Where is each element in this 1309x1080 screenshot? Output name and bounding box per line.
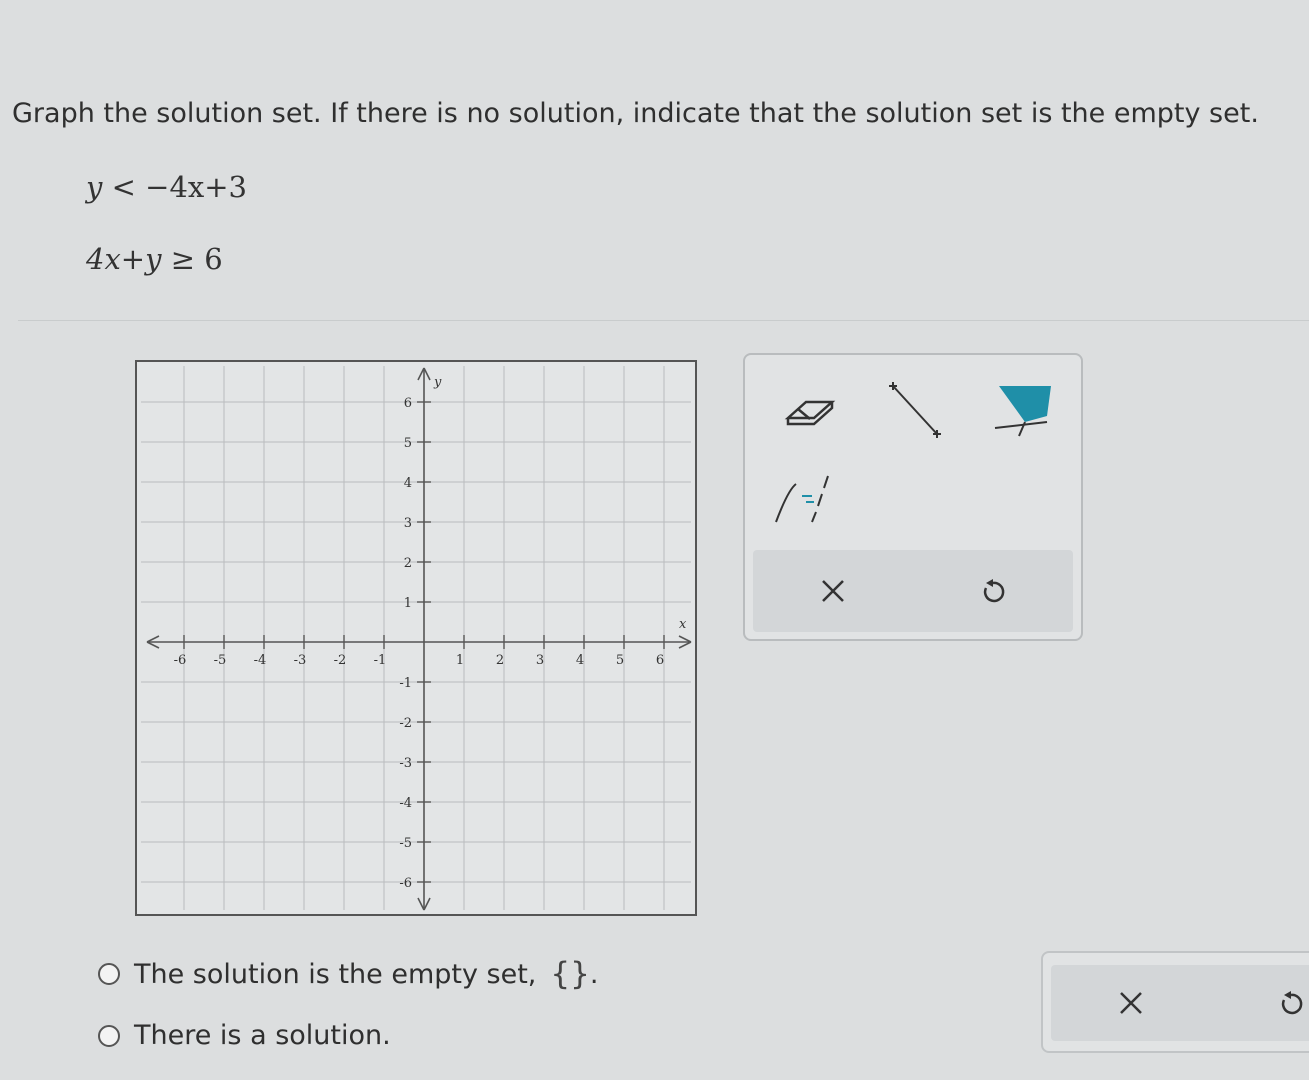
dashed-solid-toggle-tool[interactable] [770, 465, 840, 535]
inequality-2-lhs: 4x+y [86, 242, 162, 276]
x-tick-label: -5 [214, 653, 227, 668]
radio-empty-set[interactable] [98, 963, 120, 985]
answer-action-bar [1051, 965, 1309, 1041]
answer-clear-button[interactable] [1051, 965, 1211, 1041]
inequality-1-rhs: −4x+3 [145, 170, 247, 204]
shade-tool[interactable] [985, 373, 1055, 443]
x-tick-label: 4 [576, 653, 584, 668]
x-tick-label: 1 [456, 653, 464, 668]
y-tick-label: -2 [399, 716, 412, 731]
inequality-2-rhs: 6 [204, 242, 223, 276]
inequality-2: 4x+y ≥ 6 [86, 242, 223, 276]
y-tick-label: -3 [399, 756, 412, 771]
choice-empty-set-label: The solution is the empty set, [134, 958, 537, 990]
x-tick-label: 2 [496, 653, 504, 668]
inequality-2-op: ≥ [170, 242, 196, 276]
choice-empty-set-end: . [589, 958, 599, 990]
choice-there-is-solution-label: There is a solution. [134, 1020, 391, 1051]
shade-region-icon [994, 386, 1051, 437]
y-tick-label: 4 [404, 476, 412, 491]
y-tick-label: 3 [404, 516, 412, 531]
clear-icon [822, 580, 844, 602]
answer-action-panel [1041, 951, 1309, 1053]
answer-choices: The solution is the empty set, {}. There … [98, 956, 598, 1079]
coordinate-plane[interactable]: -6 -5 -4 -3 -2 -1 1 2 3 4 5 6 6 5 4 3 2 1 -1 -2 -3 -4 -5 -6 x y [137, 362, 695, 914]
undo-button[interactable] [913, 550, 1073, 632]
x-tick-label: -1 [374, 653, 387, 668]
y-tick-label: -4 [399, 796, 412, 811]
undo-icon [983, 579, 1005, 603]
x-tick-label: -3 [294, 653, 307, 668]
x-tick-label: 3 [536, 653, 544, 668]
line-tool[interactable] [880, 375, 950, 445]
clear-icon [1120, 992, 1142, 1014]
y-tick-label: 1 [404, 596, 412, 611]
tool-action-bar [753, 550, 1073, 632]
inequality-1: y < −4x+3 [86, 170, 247, 204]
graph-canvas[interactable]: -6 -5 -4 -3 -2 -1 1 2 3 4 5 6 6 5 4 3 2 1 -1 -2 -3 -4 -5 -6 x y [135, 360, 697, 916]
y-tick-label: 6 [404, 396, 412, 411]
y-tick-label: -1 [399, 676, 412, 691]
x-tick-label: -4 [254, 653, 267, 668]
answer-undo-button[interactable] [1211, 965, 1309, 1041]
x-tick-label: 6 [656, 653, 664, 668]
section-divider [18, 320, 1309, 321]
choice-empty-set[interactable]: The solution is the empty set, {}. [98, 956, 598, 992]
line-segment-icon [889, 382, 941, 438]
question-prompt: Graph the solution set. If there is no s… [12, 98, 1259, 129]
empty-set-braces: {} [550, 956, 590, 992]
undo-icon [1281, 991, 1303, 1015]
eraser-icon [784, 400, 836, 426]
y-tick-label: -6 [399, 876, 412, 891]
x-tick-label: 5 [616, 653, 624, 668]
inequality-1-op: < [111, 170, 136, 204]
x-axis-label: x [679, 617, 687, 632]
dashed-solid-toggle-icon [775, 475, 829, 523]
choice-there-is-solution[interactable]: There is a solution. [98, 1020, 598, 1051]
clear-button[interactable] [753, 550, 913, 632]
y-axis-label: y [433, 375, 442, 390]
y-tick-label: -5 [399, 836, 412, 851]
graph-tool-palette [743, 353, 1083, 641]
radio-there-is-solution[interactable] [98, 1024, 120, 1047]
eraser-tool[interactable] [775, 375, 845, 445]
y-tick-label: 5 [404, 436, 412, 451]
x-tick-label: -6 [174, 653, 187, 668]
x-tick-label: -2 [334, 653, 347, 668]
inequality-1-lhs: y [86, 170, 103, 204]
y-tick-label: 2 [404, 556, 412, 571]
